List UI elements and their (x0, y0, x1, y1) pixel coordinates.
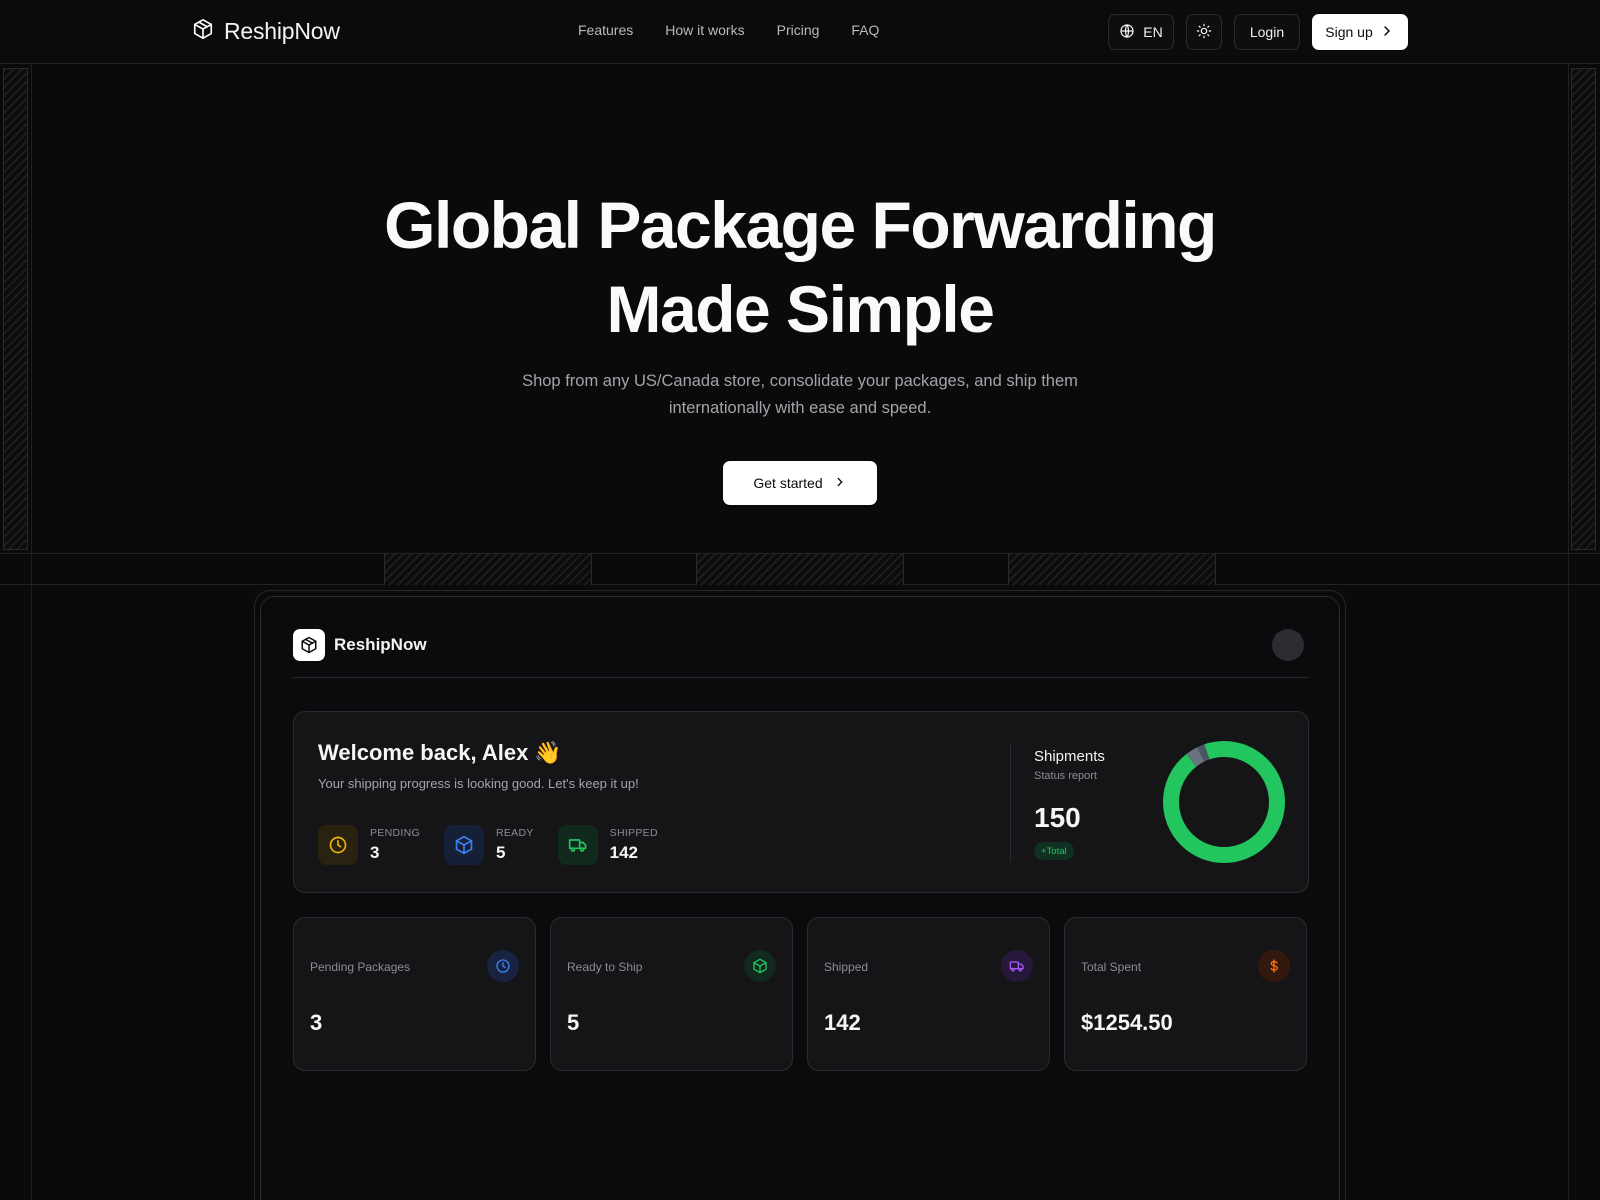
stat-pending: PENDING 3 (318, 825, 420, 865)
stat-value: 3 (370, 843, 380, 862)
decorative-band (0, 553, 1600, 585)
get-started-button[interactable]: Get started (723, 461, 877, 505)
box-icon (443, 825, 484, 865)
card-pending-packages[interactable]: Pending Packages 3 (293, 917, 536, 1071)
decorative-hatch-band-3 (1008, 554, 1216, 585)
box-icon (744, 950, 776, 982)
theme-toggle-button[interactable] (1186, 14, 1222, 50)
brand-name: ReshipNow (224, 18, 340, 44)
welcome-title: Welcome back, Alex 👋 (318, 740, 562, 765)
card-label: Pending Packages (310, 960, 411, 974)
card-value: 142 (824, 1010, 861, 1035)
stat-label: SHIPPED (609, 827, 658, 839)
truck-icon (557, 825, 598, 865)
card-ready-to-ship[interactable]: Ready to Ship 5 (550, 917, 793, 1071)
get-started-label: Get started (753, 475, 823, 491)
nav-link-pricing[interactable]: Pricing (777, 22, 820, 38)
chevron-right-icon (833, 475, 847, 492)
login-button[interactable]: Login (1234, 14, 1300, 50)
stat-shipped: SHIPPED 142 (557, 825, 658, 865)
dollar-icon (1258, 950, 1290, 982)
landing-page: ReshipNow Features How it works Pricing … (0, 0, 1600, 1200)
nav-link-how-it-works[interactable]: How it works (665, 22, 744, 38)
welcome-stats: PENDING 3 READY 5 SHIPPED 142 (318, 825, 682, 865)
clock-icon (487, 950, 519, 982)
stat-label: READY (495, 827, 534, 839)
card-value: 3 (310, 1010, 323, 1035)
nav-actions: EN Login Sign up (1108, 14, 1408, 50)
decorative-hatch-band-1 (384, 554, 592, 585)
card-value: $1254.50 (1081, 1010, 1173, 1035)
nav-link-features[interactable]: Features (578, 22, 633, 38)
hero-subtitle: Shop from any US/Canada store, consolida… (522, 372, 1078, 417)
sun-icon (1196, 23, 1212, 42)
stat-ready: READY 5 (443, 825, 534, 865)
hero-title-line-1: Global Package Forwarding (384, 188, 1217, 262)
welcome-panel: Welcome back, Alex 👋 Your shipping progr… (293, 711, 1309, 893)
package-icon (293, 629, 325, 661)
shipments-donut-chart (1163, 741, 1285, 863)
dashboard-brand: ReshipNow (293, 629, 427, 661)
chevron-right-icon (1379, 23, 1395, 42)
hero-title-line-2: Made Simple (606, 272, 995, 346)
stat-value: 5 (495, 843, 506, 862)
card-shipped[interactable]: Shipped 142 (807, 917, 1050, 1071)
brand-logo[interactable]: ReshipNow (192, 18, 340, 45)
card-label: Total Spent (1081, 960, 1142, 974)
card-label: Ready to Ship (567, 960, 643, 974)
shipments-title: Shipments (1034, 748, 1105, 765)
language-button[interactable]: EN (1108, 14, 1174, 50)
welcome-subtitle: Your shipping progress is looking good. … (318, 776, 639, 791)
clock-icon (318, 825, 358, 865)
nav-link-faq[interactable]: FAQ (851, 22, 879, 38)
shipments-total: 150 (1034, 802, 1081, 833)
decorative-hatch-band-2 (696, 554, 904, 585)
card-value: 5 (567, 1010, 580, 1035)
signup-button[interactable]: Sign up (1312, 14, 1408, 50)
stat-label: PENDING (370, 827, 420, 839)
card-label: Shipped (824, 960, 869, 974)
stat-value: 142 (609, 843, 639, 862)
top-nav: ReshipNow Features How it works Pricing … (0, 0, 1600, 64)
donut-segment-1 (1163, 741, 1285, 863)
dashboard-preview: ReshipNow Welcome back, Alex 👋 Your ship… (260, 596, 1340, 1200)
language-label: EN (1143, 24, 1163, 40)
dashboard-brand-name: ReshipNow (334, 635, 427, 654)
divider (293, 677, 1309, 678)
avatar[interactable] (1272, 629, 1304, 661)
welcome-separator (1010, 744, 1011, 862)
truck-icon (1001, 950, 1033, 982)
stat-cards: Pending Packages 3 Ready to Ship 5 Shipp… (293, 917, 1307, 1071)
hero-title: Global Package Forwarding Made Simple (0, 183, 1600, 351)
shipments-subtitle: Status report (1034, 770, 1097, 782)
shipments-total-badge: +Total (1034, 842, 1074, 860)
globe-icon (1119, 23, 1135, 42)
card-total-spent[interactable]: Total Spent $1254.50 (1064, 917, 1307, 1071)
package-icon (192, 18, 214, 45)
nav-links: Features How it works Pricing FAQ (578, 22, 879, 38)
signup-label: Sign up (1325, 24, 1373, 40)
